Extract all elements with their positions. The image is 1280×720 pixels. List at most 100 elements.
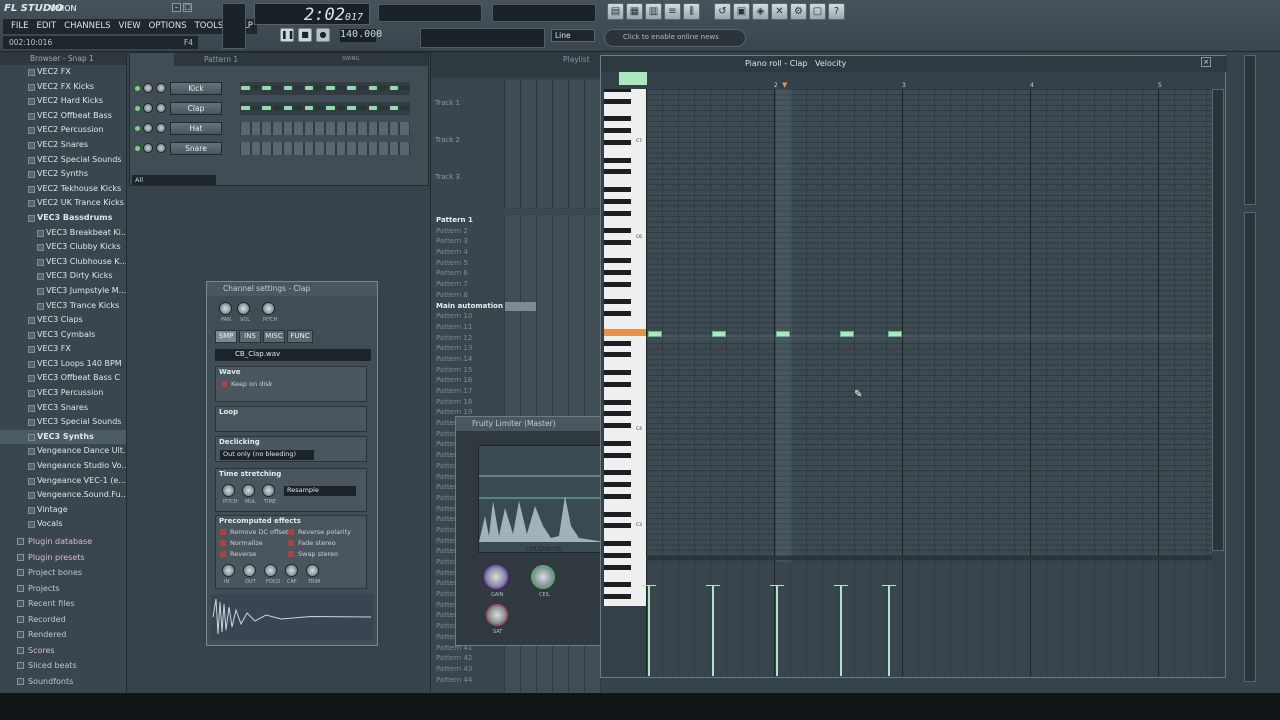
channel-vol-knob[interactable] bbox=[156, 143, 166, 153]
pattern-item[interactable]: Pattern 13 bbox=[433, 343, 503, 354]
step-button[interactable] bbox=[400, 106, 409, 110]
step-button[interactable] bbox=[379, 86, 388, 90]
ts-mul-knob[interactable] bbox=[242, 484, 255, 497]
black-key[interactable] bbox=[604, 523, 631, 529]
online-news-bar[interactable]: Click to enable online news bbox=[604, 29, 746, 47]
black-key[interactable] bbox=[604, 411, 631, 417]
pattern-item[interactable]: Pattern 7 bbox=[433, 279, 503, 290]
browser-folder[interactable]: VEC3 Snares bbox=[0, 401, 126, 416]
browser-section[interactable]: Plugin presets bbox=[0, 550, 126, 566]
step-button[interactable] bbox=[294, 106, 303, 110]
step-button[interactable] bbox=[326, 106, 335, 110]
step-button[interactable] bbox=[272, 106, 282, 110]
menu-file[interactable]: FILE bbox=[7, 19, 33, 34]
black-key[interactable] bbox=[604, 582, 631, 588]
stop-button[interactable]: ■ bbox=[298, 28, 312, 42]
step-button[interactable] bbox=[294, 86, 303, 90]
vol-knob[interactable] bbox=[237, 302, 250, 315]
browser-folder[interactable]: VEC3 Special Sounds bbox=[0, 415, 126, 430]
browser-section[interactable]: Plugin database bbox=[0, 534, 126, 550]
browser-folder[interactable]: VEC3 Offbeat Bass C bbox=[0, 371, 126, 386]
step-button[interactable] bbox=[347, 122, 356, 135]
pattern-item[interactable]: Pattern 14 bbox=[433, 354, 503, 365]
velocity-bar[interactable] bbox=[888, 586, 890, 676]
velocity-handle[interactable] bbox=[642, 585, 656, 586]
velocity-bar[interactable] bbox=[712, 586, 714, 676]
velocity-handle[interactable] bbox=[834, 585, 848, 586]
step-button[interactable] bbox=[347, 106, 356, 110]
note-grid[interactable]: ✎ bbox=[646, 89, 1212, 606]
step-button[interactable] bbox=[241, 106, 250, 110]
velocity-lane[interactable] bbox=[642, 562, 1212, 676]
black-key[interactable] bbox=[604, 564, 631, 570]
ts-pitch-knob[interactable] bbox=[222, 484, 235, 497]
step-button[interactable] bbox=[336, 86, 346, 90]
browser-section[interactable]: Project bones bbox=[0, 565, 126, 581]
pattern-item[interactable]: Pattern 5 bbox=[433, 258, 503, 269]
browser-folder[interactable]: VEC3 Synths bbox=[0, 429, 126, 445]
black-key[interactable] bbox=[604, 370, 631, 375]
black-key[interactable] bbox=[604, 299, 631, 305]
step-button[interactable] bbox=[357, 106, 367, 110]
playlist-icon[interactable]: ▤ bbox=[607, 3, 624, 20]
pattern-item[interactable]: Pattern 2 bbox=[433, 226, 503, 237]
note[interactable] bbox=[712, 331, 726, 337]
channel-pan-knob[interactable] bbox=[143, 83, 153, 93]
record-button[interactable]: ● bbox=[316, 28, 330, 42]
help-icon[interactable]: ? bbox=[828, 3, 845, 20]
channel-pan-knob[interactable] bbox=[143, 123, 153, 133]
stepseq-icon[interactable]: ▦ bbox=[626, 3, 643, 20]
step-button[interactable] bbox=[326, 122, 335, 135]
step-button[interactable] bbox=[304, 122, 314, 135]
track-1[interactable]: Track 1 bbox=[431, 96, 503, 107]
channel-led[interactable] bbox=[135, 126, 140, 131]
precomputed-knob[interactable] bbox=[222, 564, 235, 577]
step-button[interactable] bbox=[336, 122, 346, 135]
step-button[interactable] bbox=[368, 142, 378, 155]
browser-section[interactable]: Soundfonts bbox=[0, 674, 126, 690]
pattern-item[interactable]: Pattern 15 bbox=[433, 365, 503, 376]
step-button[interactable] bbox=[241, 122, 250, 135]
black-key[interactable] bbox=[604, 552, 631, 558]
black-key[interactable] bbox=[604, 198, 631, 204]
step-button[interactable] bbox=[389, 122, 399, 135]
menu-options[interactable]: OPTIONS bbox=[145, 19, 191, 34]
browser-folder[interactable]: Vengeance Dance Ult... bbox=[0, 444, 126, 459]
pattern-item[interactable]: Main automation bbox=[433, 301, 503, 312]
channel-pan-knob[interactable] bbox=[143, 103, 153, 113]
pattern-item[interactable]: Pattern 44 bbox=[433, 675, 503, 686]
normalize-checkbox[interactable]: Normalize bbox=[220, 539, 263, 547]
browser-section[interactable]: Recent files bbox=[0, 596, 126, 612]
step-button[interactable] bbox=[251, 86, 261, 90]
browser-folder[interactable]: VEC3 Cymbals bbox=[0, 328, 126, 343]
precomputed-knob[interactable] bbox=[264, 564, 277, 577]
browser-folder[interactable]: VEC3 Percussion bbox=[0, 386, 126, 401]
step-button[interactable] bbox=[241, 142, 250, 155]
step-button[interactable] bbox=[304, 142, 314, 155]
precomputed-knob[interactable] bbox=[285, 564, 298, 577]
black-key[interactable] bbox=[604, 381, 631, 387]
black-key[interactable] bbox=[604, 594, 631, 600]
pianoroll-icon[interactable]: ▥ bbox=[645, 3, 662, 20]
snap-select[interactable]: Line bbox=[551, 29, 595, 42]
black-key[interactable] bbox=[604, 493, 631, 499]
note[interactable] bbox=[840, 331, 854, 337]
step-button[interactable] bbox=[336, 142, 346, 155]
precomputed-knob[interactable] bbox=[306, 564, 319, 577]
step-button[interactable] bbox=[241, 86, 250, 90]
browser-folder[interactable]: VEC2 FX bbox=[0, 65, 126, 80]
undo-icon[interactable]: ↺ bbox=[714, 3, 731, 20]
browser-folder[interactable]: VEC2 Hard Kicks bbox=[0, 94, 126, 109]
automation-clip[interactable] bbox=[505, 302, 536, 311]
browser-folder[interactable]: VEC3 Clubhouse K... bbox=[0, 255, 126, 270]
shortcut-buttons[interactable] bbox=[420, 28, 545, 48]
step-button[interactable] bbox=[379, 142, 388, 155]
step-button[interactable] bbox=[347, 86, 356, 90]
mixer-icon[interactable]: ⫼ bbox=[683, 3, 700, 20]
tab-smp[interactable]: SMP bbox=[215, 330, 237, 343]
browser-folder[interactable]: VEC3 Loops 140 BPM bbox=[0, 357, 126, 372]
step-button[interactable] bbox=[368, 122, 378, 135]
master-volume-slider[interactable] bbox=[222, 3, 246, 49]
black-key[interactable] bbox=[604, 139, 631, 145]
black-key[interactable] bbox=[604, 157, 631, 163]
